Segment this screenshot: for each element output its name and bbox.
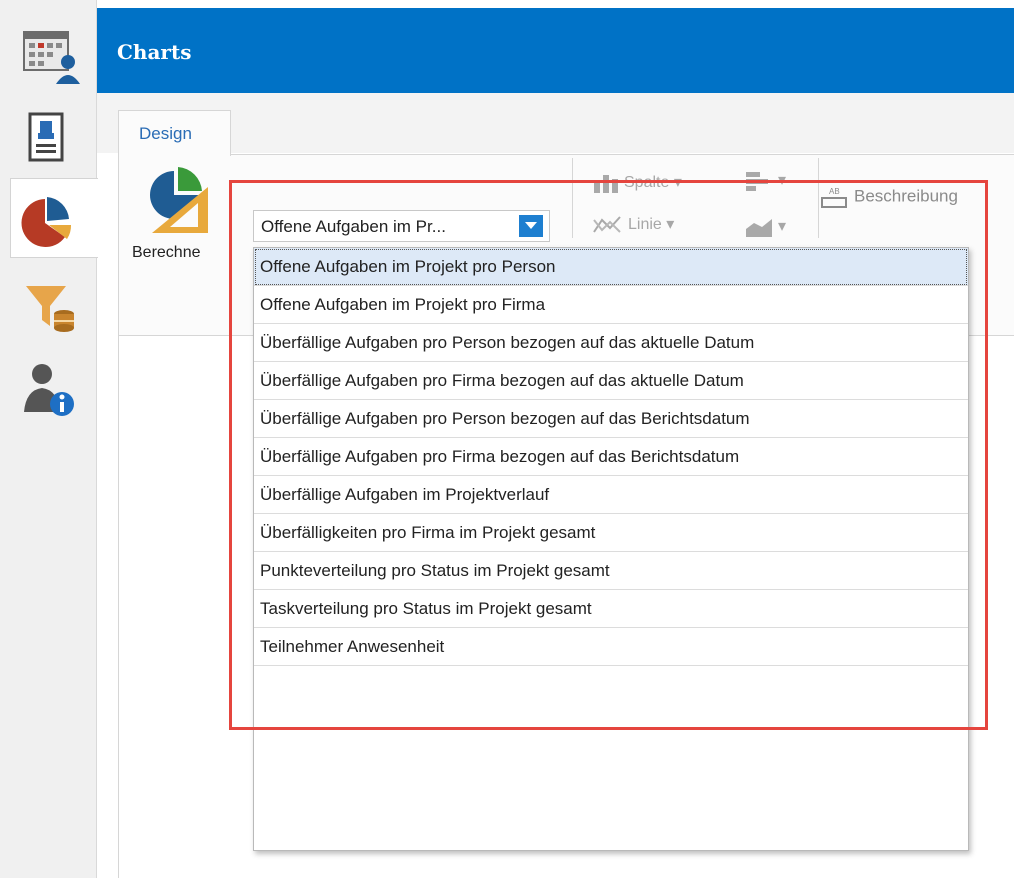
- dropdown-item[interactable]: Überfällige Aufgaben pro Firma bezogen a…: [254, 362, 968, 400]
- dropdown-item[interactable]: Taskverteilung pro Status im Projekt ges…: [254, 590, 968, 628]
- description-label: Beschreibung: [854, 186, 958, 206]
- dropdown-item[interactable]: Punkteverteilung pro Status im Projekt g…: [254, 552, 968, 590]
- line-chart-button[interactable]: Linie ▾: [592, 214, 674, 236]
- column-chart-button[interactable]: Spalte ▾: [592, 172, 682, 193]
- dropdown-item[interactable]: Überfällige Aufgaben pro Firma bezogen a…: [254, 438, 968, 476]
- rail-button-calendar[interactable]: [4, 12, 96, 92]
- svg-text:AB: AB: [829, 187, 840, 196]
- combo-dropdown-button[interactable]: [519, 215, 543, 237]
- module-rail: [0, 0, 98, 878]
- calculate-chart-icon[interactable]: [148, 165, 214, 239]
- page-title: Charts: [117, 40, 192, 64]
- description-button[interactable]: AB Beschreibung: [820, 184, 958, 210]
- filter-database-icon: [26, 286, 74, 332]
- dropdown-item[interactable]: Teilnehmer Anwesenheit: [254, 628, 968, 666]
- rail-button-contact[interactable]: [4, 96, 96, 176]
- contact-card-icon: [28, 112, 64, 162]
- calendar-person-icon: [23, 31, 80, 84]
- area-chart-button[interactable]: ▾: [744, 216, 786, 237]
- line-chart-icon: [593, 216, 621, 233]
- dropdown-item[interactable]: Überfällige Aufgaben im Projektverlauf: [254, 476, 968, 514]
- dropdown-item[interactable]: Offene Aufgaben im Projekt pro Firma: [254, 286, 968, 324]
- dropdown-item[interactable]: Offene Aufgaben im Projekt pro Person: [254, 248, 968, 286]
- chevron-down-icon: [525, 222, 537, 229]
- ribbon-separator: [818, 158, 819, 238]
- pie-chart-icon: [21, 197, 72, 247]
- dropdown-item[interactable]: Überfälligkeiten pro Firma im Projekt ge…: [254, 514, 968, 552]
- app-header: Charts: [97, 8, 1014, 93]
- description-icon: AB: [821, 187, 847, 208]
- rail-button-filter[interactable]: [4, 262, 96, 342]
- dropdown-item[interactable]: Überfällige Aufgaben pro Person bezogen …: [254, 400, 968, 438]
- tab-design-label: Design: [139, 124, 192, 143]
- bar-chart-button[interactable]: ▾: [744, 170, 786, 192]
- rail-button-charts[interactable]: [10, 178, 98, 258]
- calculate-button-label[interactable]: Berechne: [132, 244, 201, 262]
- chart-selector-combo[interactable]: Offene Aufgaben im Pr...: [253, 210, 550, 242]
- chart-selector-value: Offene Aufgaben im Pr...: [261, 217, 446, 236]
- ribbon-tabstrip: [97, 93, 1014, 153]
- rail-button-person-info[interactable]: [4, 346, 96, 426]
- area-chart-icon: [746, 218, 772, 237]
- column-chart-label: Spalte: [624, 174, 670, 191]
- person-info-icon: [24, 364, 74, 416]
- ribbon-separator: [572, 158, 573, 238]
- column-chart-icon: [594, 174, 618, 193]
- chart-selector-dropdown: Offene Aufgaben im Projekt pro Person Of…: [253, 247, 969, 851]
- tab-design[interactable]: Design: [118, 110, 231, 156]
- dropdown-item[interactable]: Überfällige Aufgaben pro Person bezogen …: [254, 324, 968, 362]
- line-chart-label: Linie: [628, 216, 662, 234]
- bar-chart-icon: [746, 172, 768, 191]
